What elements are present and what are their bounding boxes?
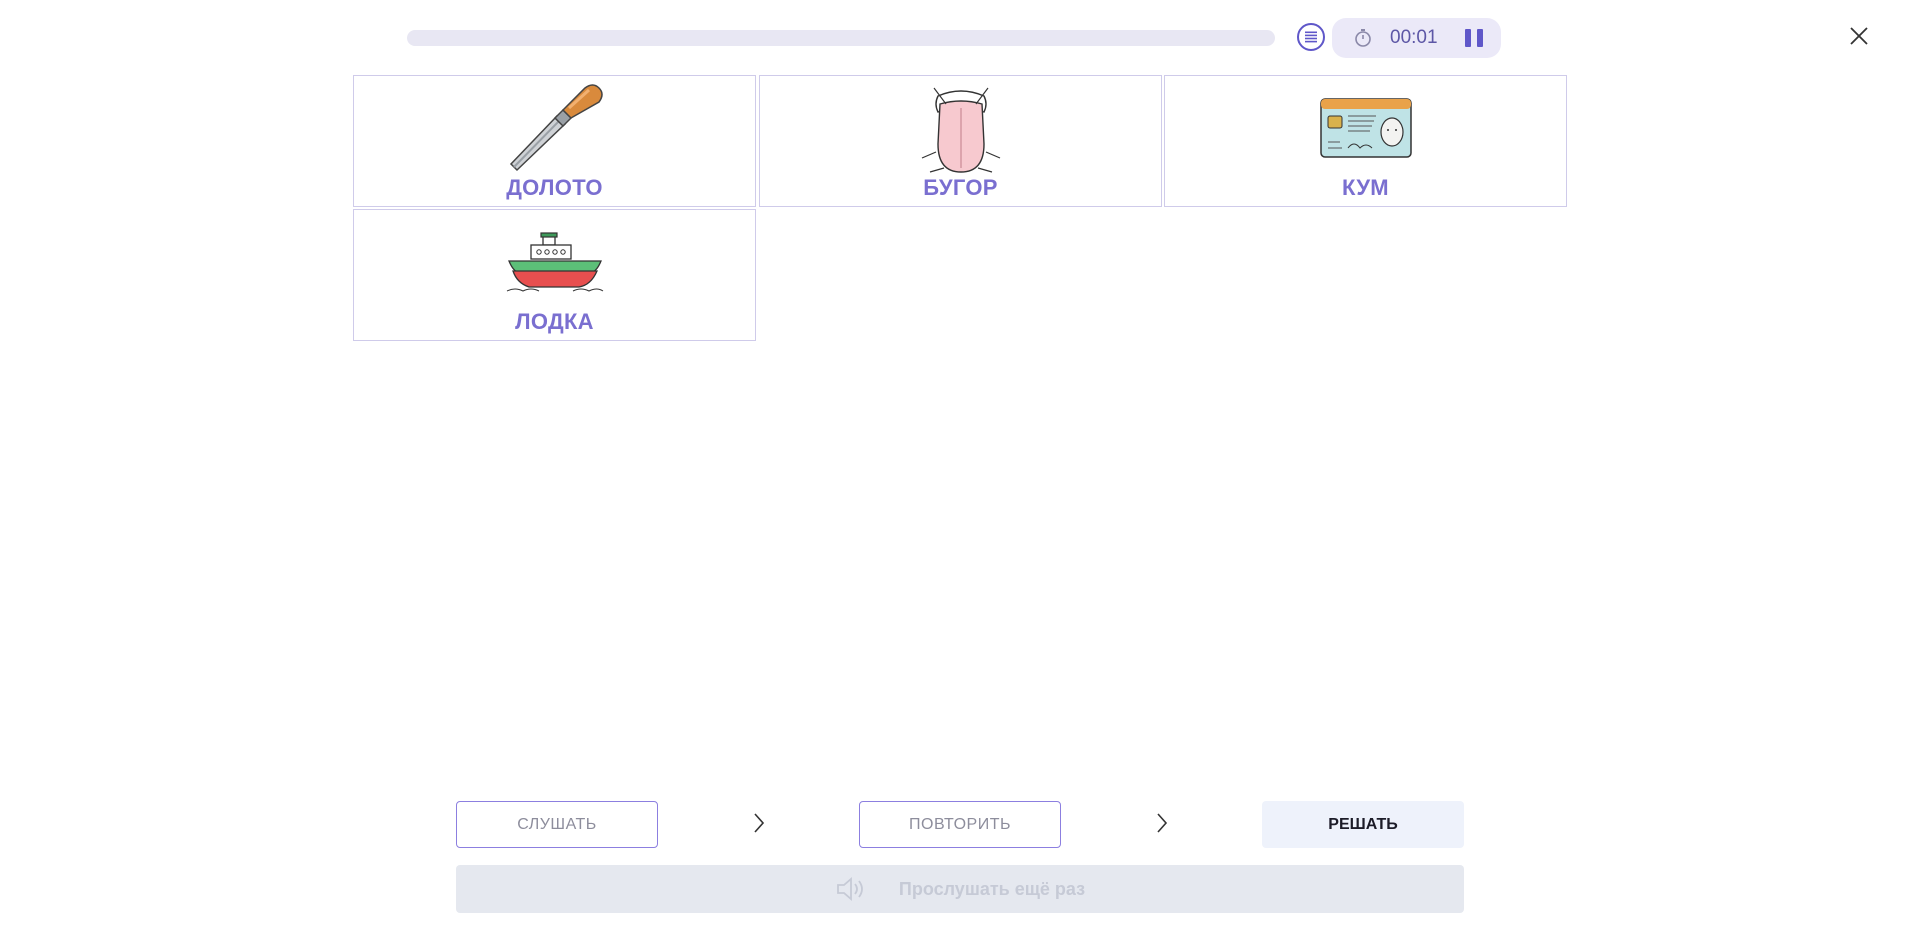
tongue-picture xyxy=(760,82,1161,174)
timer: 00:01 xyxy=(1332,18,1501,58)
pause-icon xyxy=(1477,29,1483,47)
chisel-picture xyxy=(354,82,755,174)
listen-again-label: Прослушать ещё раз xyxy=(898,878,1086,899)
boat-picture xyxy=(354,216,755,308)
word-card-kum[interactable]: КУМ xyxy=(1164,75,1567,207)
pause-button[interactable] xyxy=(1465,29,1483,47)
word-card-bugor[interactable]: БУГОР xyxy=(759,75,1162,207)
pause-icon xyxy=(1465,29,1471,47)
chevron-right-icon xyxy=(754,813,765,833)
solve-button[interactable]: РЕШАТЬ xyxy=(1262,801,1464,848)
word-card-dolото[interactable]: ДОЛОТО xyxy=(353,75,756,207)
list-icon xyxy=(1305,31,1317,43)
id-card-picture xyxy=(1165,82,1566,174)
stopwatch-icon xyxy=(1355,29,1371,47)
timer-value: 00:01 xyxy=(1390,27,1438,48)
close-button[interactable] xyxy=(1847,24,1871,48)
chevron-right-icon xyxy=(1157,813,1168,833)
card-word: ЛОДКА xyxy=(515,309,594,334)
exercise-screen: 00:01 ДОЛОТО БУГОР КУМ ЛОДКА СЛУШАТЬ ПОВ… xyxy=(0,0,1920,941)
word-card-lodka[interactable]: ЛОДКА xyxy=(353,209,756,341)
exercise-list-button[interactable] xyxy=(1297,23,1325,51)
card-word: КУМ xyxy=(1342,175,1389,200)
progress-bar xyxy=(407,30,1275,46)
listen-again-button[interactable]: Прослушать ещё раз xyxy=(456,865,1464,913)
card-word: БУГОР xyxy=(923,175,998,200)
close-icon xyxy=(1850,27,1868,45)
card-word: ДОЛОТО xyxy=(506,175,603,200)
listen-button[interactable]: СЛУШАТЬ xyxy=(456,801,658,848)
repeat-button[interactable]: ПОВТОРИТЬ xyxy=(859,801,1061,848)
speaker-icon xyxy=(837,877,863,901)
